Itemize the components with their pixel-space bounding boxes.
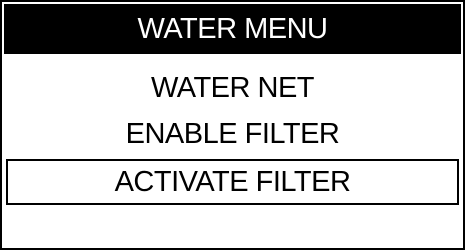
menu-item-water-net[interactable]: WATER NET — [2, 66, 463, 110]
menu-item-activate-filter[interactable]: ACTIVATE FILTER — [6, 159, 459, 205]
lcd-screen: WATER MENU WATER NET ENABLE FILTER ACTIV… — [0, 0, 465, 250]
menu-title: WATER MENU — [4, 4, 461, 54]
menu-item-enable-filter[interactable]: ENABLE FILTER — [2, 112, 463, 156]
